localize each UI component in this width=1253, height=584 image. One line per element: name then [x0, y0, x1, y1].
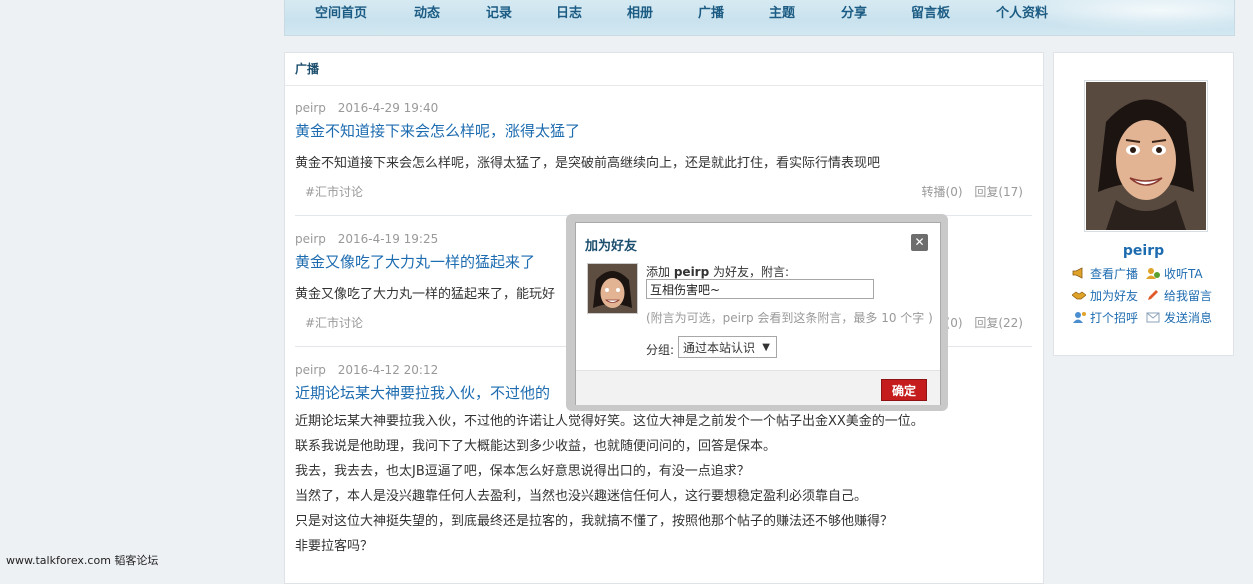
nav-item-profile[interactable]: 个人资料 [996, 2, 1048, 21]
add-friend-dialog: 加为好友 ✕ 添加 peirp 为好友，附言: (附言为可选，peirp 会看到… [575, 222, 941, 405]
follow-link[interactable]: 收听TA [1146, 265, 1203, 282]
greet-link[interactable]: 打个招呼 [1072, 309, 1138, 326]
profile-name[interactable]: peirp [1054, 243, 1233, 259]
post-body-line: 非要拉客吗？ [295, 539, 374, 554]
person-wave-icon [1072, 311, 1086, 323]
nav-item-home[interactable]: 空间首页 [315, 2, 367, 21]
leave-message-link[interactable]: 给我留言 [1146, 287, 1212, 304]
dialog-message-prefix: 添加 [646, 265, 671, 279]
post-author[interactable]: peirp [295, 363, 326, 377]
group-label: 分组: [646, 343, 675, 357]
envelope-icon [1146, 311, 1160, 323]
post-time: 2016-4-29 19:40 [337, 101, 439, 115]
link-label: 打个招呼 [1090, 311, 1139, 325]
nav-item-album[interactable]: 相册 [627, 2, 653, 21]
nav-item-blog[interactable]: 日志 [556, 2, 582, 21]
profile-card: peirp 查看广播 收听TA 加为好友 给我留言 打个招呼 发送消息 [1053, 52, 1234, 356]
feed-post: peirp 2016-4-29 19:40 黄金不知道接下来会怎么样呢，涨得太猛… [295, 101, 1032, 176]
post-body-line: 我去，我去去，也太JB逗逼了吧，保本怎么好意思说得出口的，有没一点追求？ [295, 464, 750, 479]
add-friend-link[interactable]: 加为好友 [1071, 287, 1139, 304]
avatar [1086, 82, 1206, 230]
megaphone-icon [1072, 267, 1086, 279]
panel-heading: 广播 [285, 53, 1043, 86]
nav-item-guestbook[interactable]: 留言板 [911, 2, 950, 21]
reply-link[interactable]: 回复(17) [974, 185, 1023, 199]
group-selected-value: 通过本站认识 [683, 341, 756, 355]
dialog-message: 添加 peirp 为好友，附言: [646, 263, 789, 280]
note-hint: (附言为可选，peirp 会看到这条附言，最多 10 个字 ) [646, 311, 933, 325]
dialog-message-name: peirp [673, 265, 710, 279]
forward-link[interactable]: 转播(0) [922, 185, 963, 199]
close-button[interactable]: ✕ [911, 234, 928, 251]
post-tag[interactable]: #汇市讨论 [305, 183, 363, 200]
avatar [588, 264, 637, 313]
link-label: 加为好友 [1090, 289, 1139, 303]
send-message-link[interactable]: 发送消息 [1146, 309, 1212, 326]
dropdown-arrow-icon: ▼ [762, 342, 770, 353]
post-body-line: 当然了，本人是没兴趣靠任何人去盈利，当然也没兴趣迷信任何人，这行要想稳定盈利必须… [295, 489, 868, 504]
handshake-icon [1071, 289, 1087, 301]
post-author[interactable]: peirp [295, 232, 326, 246]
nav-item-topics[interactable]: 主题 [769, 2, 795, 21]
follow-icon [1146, 267, 1160, 279]
post-body-line: 近期论坛某大神要拉我入伙，不过他的许诺让人觉得好笑。这位大神是之前发个一个帖子出… [295, 414, 924, 429]
link-label: 收听TA [1164, 267, 1203, 281]
link-label: 查看广播 [1090, 267, 1139, 281]
post-actions: 转播(0) 回复(17) [922, 183, 1023, 200]
link-label: 发送消息 [1164, 311, 1213, 325]
dialog-message-suffix: 为好友，附言: [713, 265, 790, 279]
close-icon: ✕ [914, 235, 925, 249]
reply-link[interactable]: 回复(22) [974, 316, 1023, 330]
nav-item-feed[interactable]: 动态 [414, 2, 440, 21]
profile-photo[interactable] [1084, 80, 1208, 232]
dialog-avatar [587, 263, 638, 314]
dialog-title: 加为好友 [585, 239, 638, 254]
post-body: 近期论坛某大神要拉我入伙，不过他的许诺让人觉得好笑。这位大神是之前发个一个帖子出… [295, 409, 1032, 559]
post-author[interactable]: peirp [295, 101, 326, 115]
pencil-icon [1146, 289, 1160, 301]
post-body-line: 只是对这位大神挺失望的，到底最终还是拉客的，我就搞不懂了，按照他那个帖子的赚法还… [295, 514, 894, 529]
view-broadcast-link[interactable]: 查看广播 [1072, 265, 1138, 282]
post-body: 黄金不知道接下来会怎么样呢，涨得太猛了，是突破前高继续向上，还是就此打住，看实际… [295, 156, 881, 171]
site-watermark: www.talkforex.com 韬客论坛 [6, 554, 159, 567]
nav-item-broadcast[interactable]: 广播 [698, 2, 724, 21]
nav-item-share[interactable]: 分享 [841, 2, 867, 21]
nav-item-records[interactable]: 记录 [486, 2, 512, 21]
confirm-button[interactable]: 确定 [881, 379, 927, 401]
post-body-line: 联系我说是他助理，我问下了大概能达到多少收益，也就随便问问的，回答是保本。 [295, 439, 777, 454]
group-select[interactable]: 通过本站认识 ▼ [678, 336, 777, 358]
post-tag[interactable]: #汇市讨论 [305, 314, 363, 331]
top-nav: 空间首页 动态 记录 日志 相册 广播 主题 分享 留言板 个人资料 [284, 0, 1235, 36]
link-label: 给我留言 [1164, 289, 1213, 303]
post-time: 2016-4-19 19:25 [337, 232, 439, 246]
post-time: 2016-4-12 20:12 [337, 363, 439, 377]
post-title[interactable]: 黄金不知道接下来会怎么样呢，涨得太猛了 [295, 120, 1032, 141]
note-input[interactable] [646, 279, 874, 299]
post-meta: peirp 2016-4-29 19:40 [295, 101, 1032, 115]
